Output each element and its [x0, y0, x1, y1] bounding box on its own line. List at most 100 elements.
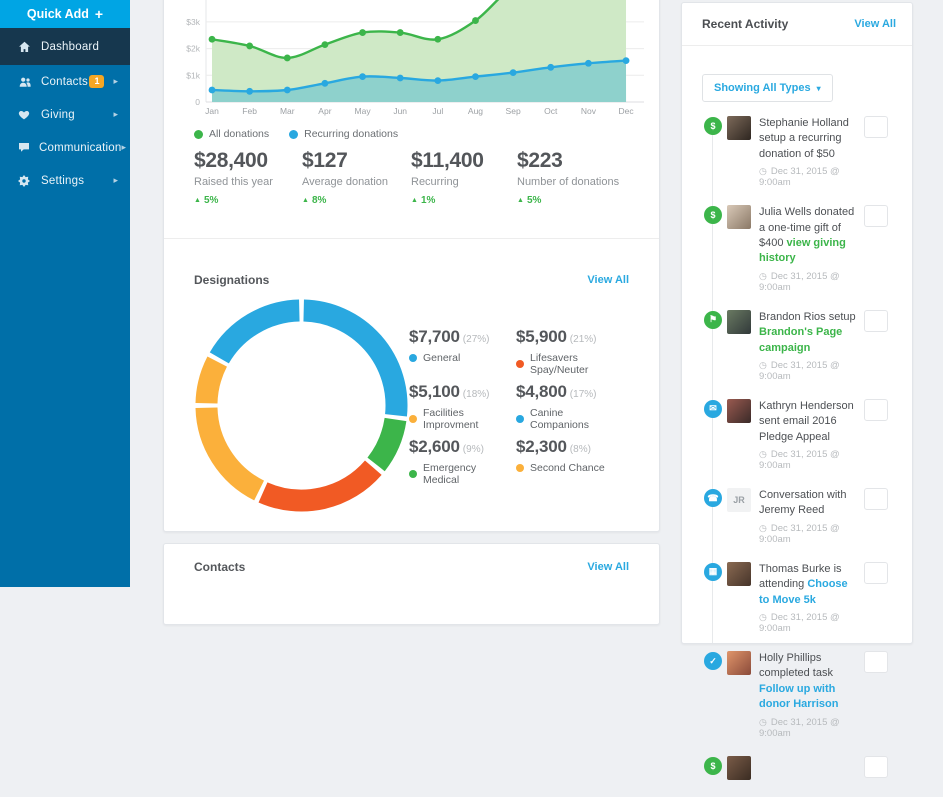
stat-label: Raised this year: [194, 176, 273, 188]
activity-type-filter-dropdown[interactable]: Showing All Types ▾: [702, 74, 833, 102]
avatar: [727, 755, 751, 780]
contacts-card: Contacts View All: [163, 543, 660, 625]
activity-link[interactable]: Brandon's Page campaign: [759, 326, 842, 353]
recent-activity-panel: Recent Activity View All Showing All Typ…: [681, 2, 913, 780]
svg-text:Dec: Dec: [618, 106, 634, 116]
stat-label: Number of donations: [517, 176, 620, 188]
activity-text: Stephanie Holland setup a recurring dona…: [759, 117, 849, 160]
activity-timestamp: ◷ Dec 31, 2015 @ 9:00am: [759, 612, 840, 635]
svg-text:0: 0: [195, 97, 200, 107]
svg-text:Apr: Apr: [318, 106, 331, 116]
legend-dot-icon: [409, 470, 417, 478]
stat-label: Recurring: [411, 176, 459, 188]
activity-link[interactable]: Follow up with donor Harrison: [759, 683, 838, 710]
avatar: [727, 309, 751, 334]
chart-legend-entry: All donations: [194, 128, 269, 140]
legend-label: Recurring donations: [304, 128, 399, 140]
avatar: [727, 651, 751, 676]
clock-icon: ◷: [759, 716, 767, 727]
section-divider: [164, 238, 659, 239]
activity-options-button[interactable]: [864, 755, 888, 778]
dollar-icon: $: [704, 756, 722, 775]
designation-legend-item: $4,800 (17%) Canine Companions: [516, 382, 622, 431]
legend-dot-icon: [516, 464, 524, 472]
activity-timestamp: ◷ Dec 31, 2015 @ 9:00am: [759, 359, 840, 382]
users-icon: [18, 76, 32, 88]
heart-icon: [18, 109, 32, 120]
designations-view-all-link[interactable]: View All: [587, 274, 629, 286]
task-icon: ✓: [704, 652, 722, 671]
up-arrow-icon: ▲: [302, 197, 309, 204]
legend-dot-icon: [409, 415, 417, 423]
activity-link[interactable]: Choose to Move 5k: [759, 578, 848, 605]
sidebar-item-contacts[interactable]: Contacts 1 ▸: [0, 65, 130, 98]
sidebar-item-communication[interactable]: Communication ▸: [0, 131, 130, 164]
activity-link[interactable]: view giving history: [759, 237, 846, 264]
designation-label: Facilities Improvment: [423, 407, 479, 431]
designations-title: Designations: [194, 273, 270, 287]
sidebar-item-settings[interactable]: Settings ▸: [0, 164, 130, 197]
activity-text: Julia Wells donated a one-time gift of $…: [759, 206, 855, 265]
activity-timestamp: ◷ Dec 31, 2015 @ 9:00am: [759, 270, 840, 293]
contacts-header: Contacts View All: [194, 560, 629, 574]
activity-item: ✓ Holly Phillips completed task Follow u…: [704, 651, 888, 739]
envelope-icon: ✉: [704, 399, 722, 418]
designation-legend-item: $7,700 (27%) General: [409, 327, 515, 364]
svg-text:$2k: $2k: [186, 44, 200, 54]
svg-text:Feb: Feb: [242, 106, 257, 116]
activity-options-button[interactable]: [864, 205, 888, 228]
designation-amount: $4,800: [516, 382, 567, 401]
clock-icon: ◷: [759, 166, 767, 177]
chevron-right-icon: ▸: [113, 76, 118, 86]
svg-text:Oct: Oct: [544, 106, 558, 116]
activity-text: Conversation with Jeremy Reed: [759, 489, 847, 517]
activity-options-button[interactable]: [864, 651, 888, 674]
activity-view-all-link[interactable]: View All: [854, 18, 896, 30]
sidebar-item-giving[interactable]: Giving ▸: [0, 98, 130, 131]
legend-dot-icon: [409, 354, 417, 362]
quick-add-button[interactable]: Quick Add +: [0, 0, 130, 28]
legend-label: All donations: [209, 128, 270, 140]
stat-label: Average donation: [302, 176, 389, 188]
filter-label: Showing All Types: [714, 82, 811, 94]
designation-label: Emergency Medical: [423, 462, 477, 486]
sidebar-item-label: Contacts: [41, 75, 88, 88]
sidebar: Quick Add + Dashboard Contacts 1 ▸ Givin…: [0, 0, 130, 587]
activity-options-button[interactable]: [864, 561, 888, 584]
designation-percent: (17%): [569, 389, 597, 400]
activity-options-button[interactable]: [864, 488, 888, 511]
activity-item: ✉ Kathryn Henderson sent email 2016 Pled…: [704, 398, 888, 472]
avatar: JR: [727, 488, 751, 513]
clock-icon: ◷: [759, 449, 767, 460]
stat-value: $223: [517, 149, 563, 172]
designation-percent: (21%): [569, 334, 597, 345]
svg-text:Nov: Nov: [581, 106, 597, 116]
quick-add-label: Quick Add: [26, 7, 89, 21]
activity-options-button[interactable]: [864, 398, 888, 421]
activity-item: $: [704, 755, 888, 780]
svg-text:May: May: [355, 106, 372, 116]
contacts-view-all-link[interactable]: View All: [587, 561, 629, 573]
legend-dot-icon: [516, 415, 524, 423]
home-icon: [18, 41, 32, 53]
svg-text:Jul: Jul: [432, 106, 443, 116]
gear-icon: [18, 174, 32, 187]
activity-timestamp: ◷ Dec 31, 2015 @ 9:00am: [759, 449, 840, 472]
donations-overview-card: 0 $1k $2k $3k Jan Feb Mar Apr May Jun Jul Aug Sep Oct…: [163, 0, 660, 532]
stat-block: $11,400 Recurring ▲ 1%: [411, 149, 517, 206]
stat-block: $127 Average donation ▲ 8%: [302, 149, 408, 206]
activity-text: Thomas Burke is attending Choose to Move…: [759, 562, 848, 606]
designation-label: Lifesavers Spay/Neuter: [530, 352, 589, 376]
stat-change: ▲ 5%: [517, 195, 542, 206]
designation-percent: (8%): [569, 444, 591, 455]
chevron-down-icon: ▾: [816, 83, 821, 93]
avatar: [727, 561, 751, 586]
svg-text:$1k: $1k: [186, 70, 200, 80]
designations-donut-chart: [195, 299, 408, 512]
calendar-icon: ▦: [704, 562, 722, 581]
activity-options-button[interactable]: [864, 116, 888, 138]
dollar-icon: $: [704, 206, 722, 225]
designations-header: Designations View All: [194, 273, 629, 287]
activity-options-button[interactable]: [864, 309, 888, 332]
sidebar-item-dashboard[interactable]: Dashboard: [0, 28, 130, 65]
